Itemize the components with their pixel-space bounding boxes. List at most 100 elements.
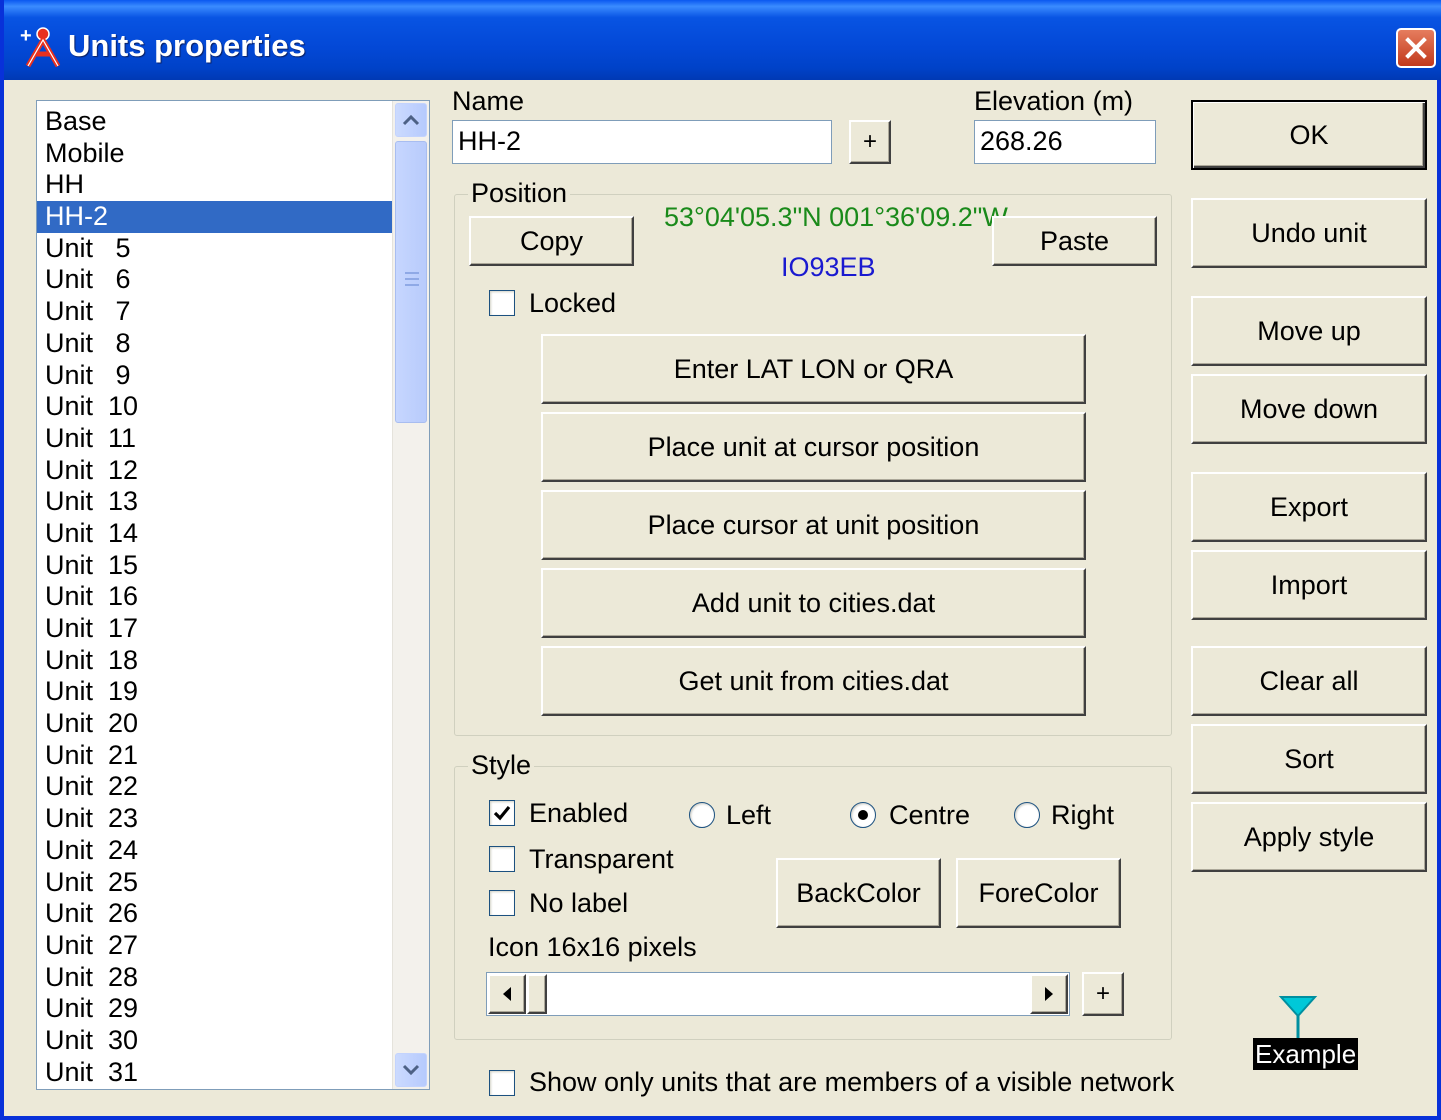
list-item[interactable]: Unit 13 [37, 486, 393, 518]
align-left-label: Left [726, 800, 772, 830]
scroll-up-button[interactable] [395, 103, 427, 137]
svg-text:+: + [20, 25, 32, 47]
units-list[interactable]: Base Mobile HH HH-2 Unit 5 Unit 6 Unit 7 Unit 8… [36, 100, 430, 1090]
scroll-left-button[interactable] [488, 974, 526, 1014]
place-unit-at-cursor-button[interactable]: Place unit at cursor position [541, 412, 1086, 482]
units-app-icon: + [18, 24, 62, 68]
list-item[interactable]: Unit 19 [37, 676, 393, 708]
enter-lat-lon-qra-button[interactable]: Enter LAT LON or QRA [541, 334, 1086, 404]
list-item[interactable]: Unit 28 [37, 962, 393, 994]
list-item[interactable]: Unit 30 [37, 1025, 393, 1057]
scroll-down-button[interactable] [395, 1053, 427, 1087]
title-bar[interactable]: + Units properties [4, 0, 1441, 80]
list-item[interactable]: Unit 21 [37, 740, 393, 772]
backcolor-button[interactable]: BackColor [776, 858, 941, 928]
apply-style-button[interactable]: Apply style [1191, 802, 1427, 872]
align-left-radio[interactable] [689, 802, 715, 828]
list-item[interactable]: Unit 23 [37, 803, 393, 835]
clear-all-button[interactable]: Clear all [1191, 646, 1427, 716]
chevron-down-icon [402, 1064, 420, 1076]
triangle-right-icon [1045, 987, 1053, 1001]
list-item[interactable]: Unit 26 [37, 898, 393, 930]
move-up-button[interactable]: Move up [1191, 296, 1427, 366]
place-cursor-at-unit-button[interactable]: Place cursor at unit position [541, 490, 1086, 560]
example-label: Example [1253, 1038, 1359, 1070]
scroll-thumb[interactable] [395, 141, 427, 423]
list-item[interactable]: Base [37, 106, 393, 138]
scroll-right-button[interactable] [1030, 974, 1068, 1014]
position-group-label: Position [468, 178, 571, 209]
list-item[interactable]: Mobile [37, 138, 393, 170]
list-item[interactable]: Unit 24 [37, 835, 393, 867]
list-item[interactable]: Unit 14 [37, 518, 393, 550]
list-item[interactable]: Unit 29 [37, 993, 393, 1025]
list-item[interactable]: Unit 22 [37, 771, 393, 803]
icon-scrollbar[interactable] [486, 972, 1070, 1016]
list-item[interactable]: HH-2 [37, 201, 393, 233]
close-button[interactable] [1396, 28, 1436, 68]
copy-button[interactable]: Copy [469, 216, 634, 266]
transparent-checkbox[interactable] [489, 846, 515, 872]
list-item[interactable]: Unit 6 [37, 264, 393, 296]
list-item[interactable]: Unit 17 [37, 613, 393, 645]
icon-add-button[interactable]: + [1082, 972, 1124, 1016]
import-button[interactable]: Import [1191, 550, 1427, 620]
elevation-input[interactable]: 268.26 [974, 120, 1156, 164]
elevation-label: Elevation (m) [974, 86, 1134, 116]
move-down-button[interactable]: Move down [1191, 374, 1427, 444]
list-item[interactable]: Unit 12 [37, 455, 393, 487]
enabled-checkbox[interactable] [489, 800, 515, 826]
list-item[interactable]: Unit 5 [37, 233, 393, 265]
no-label-label: No label [529, 888, 629, 918]
list-item[interactable]: Unit 31 [37, 1057, 393, 1089]
list-item[interactable]: Unit 25 [37, 867, 393, 899]
locked-checkbox[interactable] [489, 290, 515, 316]
list-item[interactable]: Unit 27 [37, 930, 393, 962]
export-button[interactable]: Export [1191, 472, 1427, 542]
checkmark-icon [493, 805, 511, 821]
list-item[interactable]: Unit 20 [37, 708, 393, 740]
list-item[interactable]: Unit 10 [37, 391, 393, 423]
icon-size-label: Icon 16x16 pixels [488, 932, 697, 962]
list-item[interactable]: Unit 15 [37, 550, 393, 582]
list-item[interactable]: Unit 18 [37, 645, 393, 677]
name-input[interactable]: HH-2 [452, 120, 832, 164]
list-item[interactable]: Unit 7 [37, 296, 393, 328]
triangle-left-icon [503, 987, 511, 1001]
align-centre-label: Centre [889, 800, 971, 830]
units-list-scrollbar[interactable] [392, 101, 429, 1089]
list-item[interactable]: HH [37, 169, 393, 201]
paste-button[interactable]: Paste [992, 216, 1157, 266]
window-title: Units properties [68, 28, 306, 63]
list-item[interactable]: Unit 11 [37, 423, 393, 455]
list-item[interactable]: Unit 8 [37, 328, 393, 360]
show-only-checkbox[interactable] [489, 1070, 515, 1096]
close-icon [1405, 37, 1427, 59]
units-list-items: Base Mobile HH HH-2 Unit 5 Unit 6 Unit 7 Unit 8… [37, 106, 393, 1088]
style-group-label: Style [468, 750, 535, 781]
locked-label: Locked [529, 288, 617, 318]
transparent-label: Transparent [529, 844, 674, 874]
name-label: Name [452, 86, 525, 116]
forecolor-button[interactable]: ForeColor [956, 858, 1121, 928]
list-item[interactable]: Unit 16 [37, 581, 393, 613]
units-properties-window: + Units properties Base Mobile HH HH-2 Unit … [0, 0, 1441, 1120]
icon-scroll-thumb[interactable] [527, 974, 547, 1014]
align-right-label: Right [1051, 800, 1115, 830]
enabled-label: Enabled [529, 798, 629, 828]
undo-unit-button[interactable]: Undo unit [1191, 198, 1427, 268]
list-item[interactable]: Unit 9 [37, 360, 393, 392]
no-label-checkbox[interactable] [489, 890, 515, 916]
name-add-button[interactable]: + [849, 120, 891, 164]
ok-button[interactable]: OK [1191, 100, 1427, 170]
get-unit-from-cities-button[interactable]: Get unit from cities.dat [541, 646, 1086, 716]
sort-button[interactable]: Sort [1191, 724, 1427, 794]
coordinates-text: 53°04'05.3"N 001°36'09.2"W [664, 202, 1008, 232]
align-right-radio[interactable] [1014, 802, 1040, 828]
add-unit-to-cities-button[interactable]: Add unit to cities.dat [541, 568, 1086, 638]
align-centre-radio[interactable] [850, 802, 876, 828]
qra-locator-text: IO93EB [781, 252, 876, 282]
show-only-label: Show only units that are members of a vi… [529, 1067, 1175, 1097]
antenna-icon [1278, 994, 1318, 1038]
chevron-up-icon [402, 114, 420, 126]
